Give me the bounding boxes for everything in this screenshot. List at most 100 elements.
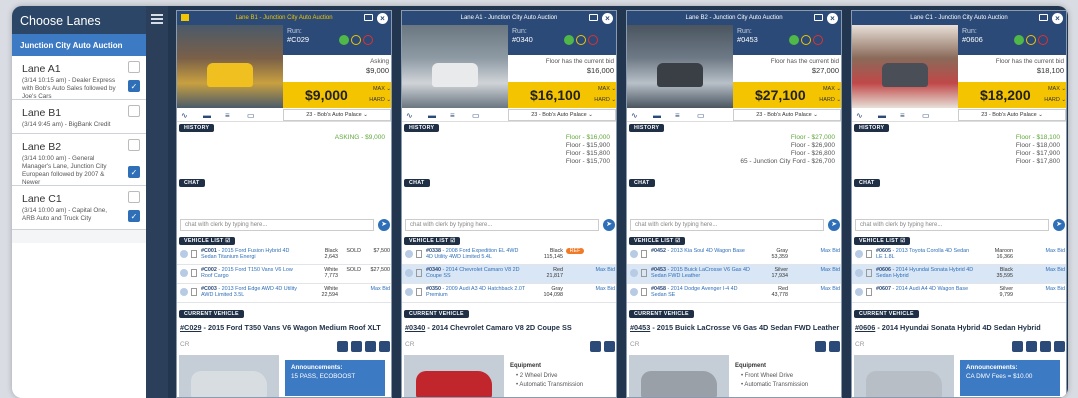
list-icon[interactable]: ≡ bbox=[900, 111, 910, 120]
vehicle-photo[interactable] bbox=[179, 355, 279, 397]
vehicle-row[interactable]: #C003 - 2013 Ford Edge AWD 4D Utility AW… bbox=[177, 284, 391, 303]
vehicle-photo[interactable] bbox=[854, 355, 954, 397]
eye-icon[interactable] bbox=[630, 269, 638, 277]
eye-icon[interactable] bbox=[180, 250, 188, 258]
bidder-select[interactable]: 23 - Bob's Auto Palace ⌄ bbox=[283, 109, 391, 121]
max-bid-link[interactable]: Max Bid bbox=[596, 267, 615, 273]
vehicle-name[interactable]: #0605 - 2013 Toyota Corolla 4D Sedan LE … bbox=[876, 248, 976, 261]
document-icon[interactable] bbox=[416, 269, 422, 277]
monitor-icon[interactable] bbox=[589, 14, 598, 21]
car-icon[interactable]: ▭ bbox=[247, 111, 257, 120]
vehicle-row[interactable]: #0340 - 2014 Chevrolet Camaro V8 2D Coup… bbox=[402, 265, 616, 284]
vehicle-photo[interactable] bbox=[404, 355, 504, 397]
vehicle-name[interactable]: #0607 - 2014 Audi A4 4D Wagon Base bbox=[876, 286, 976, 292]
close-icon[interactable]: × bbox=[1052, 12, 1063, 24]
lane-item-lane-b1[interactable]: Lane B1 (3/14 9:45 am) - BigBank Credit bbox=[12, 100, 146, 134]
vehicle-row[interactable]: #0605 - 2013 Toyota Corolla 4D Sedan LE … bbox=[852, 246, 1066, 265]
pulse-icon[interactable]: ∿ bbox=[181, 111, 191, 120]
wrench-icon[interactable] bbox=[1026, 341, 1037, 352]
eye-icon[interactable] bbox=[405, 288, 413, 296]
badge-icon[interactable] bbox=[365, 341, 376, 352]
max-button[interactable]: MAX ⌄ bbox=[1048, 86, 1066, 92]
bidder-select[interactable]: 23 - Bob's Auto Palace ⌄ bbox=[958, 109, 1066, 121]
hamburger-icon[interactable] bbox=[151, 14, 163, 24]
chat-icon[interactable]: ▬ bbox=[878, 111, 888, 120]
lane-checkbox-empty[interactable] bbox=[128, 61, 140, 73]
max-bid-link[interactable]: Max Bid bbox=[596, 286, 615, 292]
document-icon[interactable] bbox=[641, 288, 647, 296]
pulse-icon[interactable]: ∿ bbox=[631, 111, 641, 120]
max-button[interactable]: MAX ⌄ bbox=[823, 86, 841, 92]
vehicle-name[interactable]: #0338 - 2008 Ford Expedition EL 4WD 4D U… bbox=[426, 248, 526, 261]
lane-item-lane-c1[interactable]: Lane C1 (3/14 10:00 am) - Capital One, AR… bbox=[12, 186, 146, 230]
monitor-icon[interactable] bbox=[1039, 14, 1048, 21]
camera-icon[interactable] bbox=[829, 341, 840, 352]
hard-button[interactable]: HARD ⌄ bbox=[594, 97, 616, 103]
pulse-icon[interactable]: ∿ bbox=[856, 111, 866, 120]
document-icon[interactable] bbox=[191, 269, 197, 277]
vehicle-name[interactable]: #0458 - 2014 Dodge Avenger I-4 4D Sedan … bbox=[651, 286, 751, 299]
monitor-icon[interactable] bbox=[364, 14, 373, 21]
document-icon[interactable] bbox=[641, 269, 647, 277]
document-icon[interactable] bbox=[191, 288, 197, 296]
list-icon[interactable]: ≡ bbox=[225, 111, 235, 120]
chat-input[interactable]: chat with clerk by typing here... bbox=[630, 219, 824, 231]
eye-icon[interactable] bbox=[405, 269, 413, 277]
current-vehicle-id[interactable]: #0453 bbox=[630, 323, 650, 332]
vehicle-name[interactable]: #0452 - 2013 Kia Soul 4D Wagon Base bbox=[651, 248, 751, 254]
vehicle-name[interactable]: #C002 - 2015 Ford T150 Vans V6 Low Roof … bbox=[201, 267, 301, 280]
live-video[interactable] bbox=[852, 25, 958, 108]
vehicle-row[interactable]: #C001 - 2015 Ford Fusion Hybrid 4D Sedan… bbox=[177, 246, 391, 265]
vehicle-name[interactable]: #0350 - 2009 Audi A3 4D Hatchback 2.0T P… bbox=[426, 286, 526, 299]
vehicle-name[interactable]: #0606 - 2014 Hyundai Sonata Hybrid 4D Se… bbox=[876, 267, 976, 280]
current-vehicle-title[interactable]: #0453 - 2015 Buick LaCrosse V6 Gas 4D Se… bbox=[630, 323, 839, 332]
eye-icon[interactable] bbox=[855, 250, 863, 258]
vehicle-row[interactable]: #0458 - 2014 Dodge Avenger I-4 4D Sedan … bbox=[627, 284, 841, 303]
document-icon[interactable] bbox=[866, 288, 872, 296]
send-icon[interactable]: ➤ bbox=[1053, 219, 1065, 231]
eye-icon[interactable] bbox=[630, 288, 638, 296]
chat-input[interactable]: chat with clerk by typing here... bbox=[405, 219, 599, 231]
eye-icon[interactable] bbox=[180, 288, 188, 296]
document-icon[interactable] bbox=[416, 288, 422, 296]
chat-icon[interactable]: ▬ bbox=[653, 111, 663, 120]
bidder-select[interactable]: 23 - Bob's Auto Palace ⌄ bbox=[508, 109, 616, 121]
document-icon[interactable] bbox=[866, 250, 872, 258]
eye-icon[interactable] bbox=[855, 288, 863, 296]
list-icon[interactable]: ≡ bbox=[675, 111, 685, 120]
vehicle-row[interactable]: #0350 - 2009 Audi A3 4D Hatchback 2.0T P… bbox=[402, 284, 616, 303]
current-vehicle-title[interactable]: #0606 - 2014 Hyundai Sonata Hybrid 4D Se… bbox=[855, 323, 1041, 332]
vehicle-row[interactable]: #0606 - 2014 Hyundai Sonata Hybrid 4D Se… bbox=[852, 265, 1066, 284]
live-video[interactable] bbox=[402, 25, 508, 108]
chat-icon[interactable]: ▬ bbox=[203, 111, 213, 120]
current-vehicle-id[interactable]: #0340 bbox=[405, 323, 425, 332]
pulse-icon[interactable]: ∿ bbox=[406, 111, 416, 120]
eye-icon[interactable] bbox=[855, 269, 863, 277]
close-icon[interactable]: × bbox=[602, 12, 613, 24]
chat-input[interactable]: chat with clerk by typing here... bbox=[180, 219, 374, 231]
vehicle-name[interactable]: #C003 - 2013 Ford Edge AWD 4D Utility AW… bbox=[201, 286, 301, 299]
document-icon[interactable] bbox=[641, 250, 647, 258]
lane-checkbox-empty[interactable] bbox=[128, 191, 140, 203]
vehicle-row[interactable]: #0607 - 2014 Audi A4 4D Wagon Base Silver… bbox=[852, 284, 1066, 303]
lane-checkbox-empty[interactable] bbox=[128, 105, 140, 117]
eye-icon[interactable] bbox=[180, 269, 188, 277]
current-vehicle-id[interactable]: #C029 bbox=[180, 323, 202, 332]
car-icon[interactable]: ▭ bbox=[472, 111, 482, 120]
vehicle-row[interactable]: #0338 - 2008 Ford Expedition EL 4WD 4D U… bbox=[402, 246, 616, 265]
current-vehicle-title[interactable]: #C029 - 2015 Ford T350 Vans V6 Wagon Med… bbox=[180, 323, 381, 332]
car-icon[interactable]: ▭ bbox=[922, 111, 932, 120]
max-bid-link[interactable]: Max Bid bbox=[1046, 248, 1065, 254]
max-bid-link[interactable]: Max Bid bbox=[1046, 267, 1065, 273]
vehicle-photo[interactable] bbox=[629, 355, 729, 397]
vehicle-row[interactable]: #0453 - 2015 Buick LaCrosse V6 Gas 4D Se… bbox=[627, 265, 841, 284]
max-bid-link[interactable]: Max Bid bbox=[821, 286, 840, 292]
max-bid-link[interactable]: Max Bid bbox=[821, 248, 840, 254]
max-bid-link[interactable]: Max Bid bbox=[821, 267, 840, 273]
bid-button[interactable]: $18,200 MAX ⌄ HARD ⌄ bbox=[958, 82, 1066, 108]
close-icon[interactable]: × bbox=[827, 12, 838, 24]
car-icon[interactable] bbox=[1012, 341, 1023, 352]
chat-input[interactable]: chat with clerk by typing here... bbox=[855, 219, 1049, 231]
live-video[interactable] bbox=[177, 25, 283, 108]
document-icon[interactable] bbox=[416, 250, 422, 258]
